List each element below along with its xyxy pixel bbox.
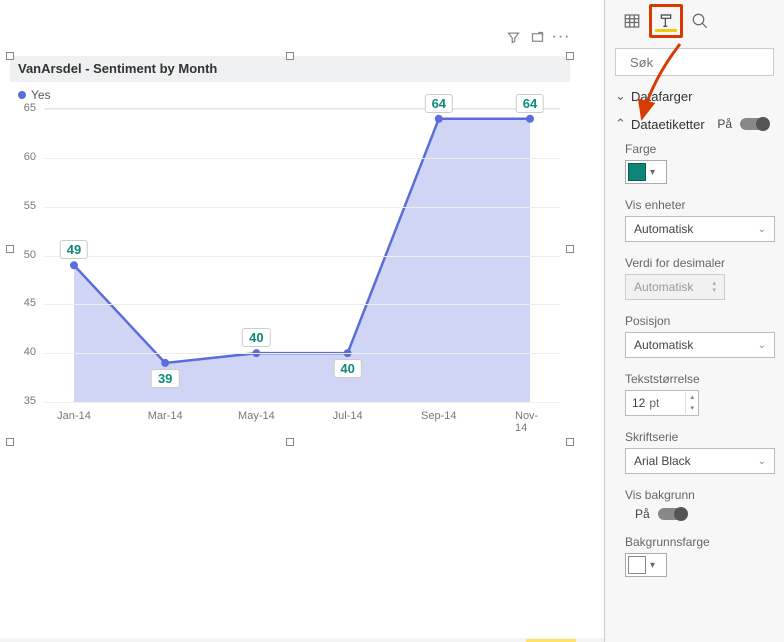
resize-handle[interactable] [6,438,14,446]
field-label: Farge [625,142,764,156]
section-title: Dataetiketter [631,117,705,132]
text-size-stepper[interactable]: 12 pt ▴▾ [625,390,699,416]
x-tick-label: Mar-14 [148,410,183,422]
field-label: Skriftserie [625,430,764,444]
resize-handle[interactable] [566,438,574,446]
field-label: Vis enheter [625,198,764,212]
data-label: 64 [516,94,544,113]
data-label: 49 [60,240,88,259]
data-label: 40 [333,359,361,378]
y-axis: 35404550556065 [10,108,40,402]
section-title: Datafarger [631,89,692,104]
section-data-colors[interactable]: ⌄ Datafarger [605,82,784,110]
x-tick-label: Jul-14 [333,410,363,422]
section-data-labels[interactable]: ⌃ Dataetiketter På [605,110,784,138]
x-tick-label: May-14 [238,410,275,422]
pane-tab-strip [605,0,784,42]
y-tick-label: 35 [24,395,36,407]
resize-handle[interactable] [286,52,294,60]
format-tab-icon[interactable] [649,4,683,38]
visual-toolbar: ··· [504,28,570,46]
fields-tab-icon[interactable] [615,4,649,38]
x-axis: Jan-14Mar-14May-14Jul-14Sep-14Nov-14 [44,406,560,428]
focus-mode-icon[interactable] [528,28,546,46]
search-input[interactable] [615,48,774,76]
position-select[interactable]: Automatisk⌄ [625,332,775,358]
data-label: 39 [151,369,179,388]
data-labels-toggle[interactable]: På [717,117,768,131]
x-tick-label: Sep-14 [421,410,456,422]
field-label: Posisjon [625,314,764,328]
decimal-places-select: Automatisk ▴▾ [625,274,725,300]
toggle-label: På [635,507,650,521]
font-family-select[interactable]: Arial Black⌄ [625,448,775,474]
y-tick-label: 65 [24,102,36,114]
chart-area: VanArsdel - Sentiment by Month Yes 35404… [10,56,570,442]
color-picker[interactable]: ▾ [625,160,667,184]
chevron-down-icon: ⌄ [615,88,625,104]
legend-marker [18,91,26,99]
field-label: Bakgrunnsfarge [625,535,764,549]
field-label: Verdi for desimaler [625,256,764,270]
x-tick-label: Jan-14 [57,410,91,422]
display-units-select[interactable]: Automatisk⌄ [625,216,775,242]
y-tick-label: 40 [24,346,36,358]
resize-handle[interactable] [566,52,574,60]
legend-label: Yes [31,88,51,102]
toggle-label: På [717,117,732,131]
analytics-tab-icon[interactable] [683,4,717,38]
data-label: 40 [242,328,270,347]
plot-area: 493940406464 [44,108,560,402]
step-down-icon[interactable]: ▾ [686,403,698,414]
y-tick-label: 50 [24,249,36,261]
chart-legend: Yes [10,82,570,108]
chart-visual[interactable]: ··· VanArsdel - Sentiment by Month Yes 3… [10,56,570,442]
y-tick-label: 55 [24,200,36,212]
section-data-labels-body: Farge ▾ Vis enheter Automatisk⌄ Verdi fo… [605,138,784,587]
field-label: Vis bakgrunn [625,488,764,502]
resize-handle[interactable] [286,438,294,446]
step-up-icon[interactable]: ▴ [686,392,698,403]
resize-handle[interactable] [6,52,14,60]
y-tick-label: 60 [24,151,36,163]
format-pane: ⌄ Datafarger ⌃ Dataetiketter På Farge ▾ … [605,0,784,642]
background-color-picker[interactable]: ▾ [625,553,667,577]
chevron-up-icon: ⌃ [615,116,625,132]
resize-handle[interactable] [566,245,574,253]
x-tick-label: Nov-14 [515,410,545,434]
y-tick-label: 45 [24,297,36,309]
field-label: Tekststørrelse [625,372,764,386]
show-background-toggle[interactable]: På [635,507,686,521]
resize-handle[interactable] [6,245,14,253]
filter-icon[interactable] [504,28,522,46]
more-options-icon[interactable]: ··· [552,28,570,46]
data-label: 64 [425,94,453,113]
